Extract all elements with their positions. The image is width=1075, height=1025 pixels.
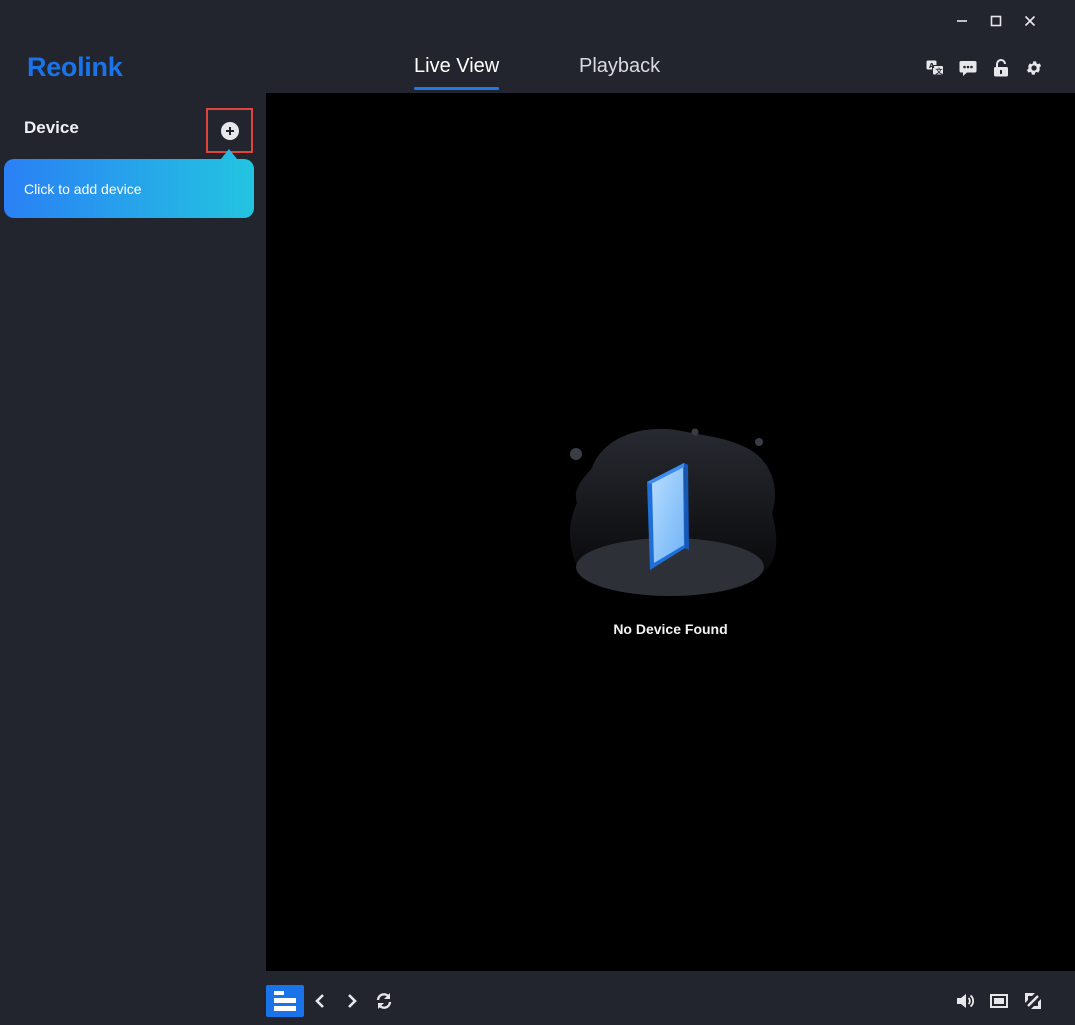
close-icon: [1024, 15, 1036, 27]
tooltip-text: Click to add device: [24, 180, 142, 197]
live-view-area: No Device Found: [266, 93, 1075, 971]
tab-live-view[interactable]: Live View: [414, 55, 500, 90]
no-device-illustration: [570, 428, 777, 596]
tab-playback[interactable]: Playback: [579, 55, 660, 89]
chevron-right-icon: [348, 994, 357, 1008]
fullscreen-icon: [1025, 993, 1041, 1009]
volume-button[interactable]: [949, 985, 981, 1017]
refresh-button[interactable]: [368, 985, 400, 1017]
fullscreen-button[interactable]: [1017, 985, 1049, 1017]
unlock-icon: [994, 59, 1008, 77]
device-sidebar: Device Click to add device: [0, 93, 266, 1025]
bottom-toolbar-right: [949, 985, 1049, 1017]
settings-button[interactable]: [1025, 58, 1043, 78]
maximize-button[interactable]: [979, 10, 1013, 32]
message-button[interactable]: [959, 58, 977, 78]
language-icon: A 文: [926, 60, 944, 76]
window-controls: [945, 10, 1047, 32]
minimize-icon: [957, 20, 967, 22]
tooltip-arrow: [221, 149, 237, 159]
svg-text:文: 文: [936, 67, 944, 76]
message-icon: [959, 60, 977, 76]
add-device-button[interactable]: [206, 108, 253, 153]
layout-icon: [274, 991, 296, 1011]
empty-message: No Device Found: [613, 621, 728, 637]
bottom-toolbar-left: [266, 985, 400, 1017]
sidebar-title: Device: [24, 118, 79, 137]
next-page-button[interactable]: [336, 985, 368, 1017]
aspect-ratio-button[interactable]: [983, 985, 1015, 1017]
maximize-icon: [990, 15, 1002, 27]
plus-circle-icon: [220, 121, 239, 140]
speaker-icon: [957, 994, 974, 1008]
language-button[interactable]: A 文: [926, 58, 944, 78]
previous-page-button[interactable]: [304, 985, 336, 1017]
header-toolbar: A 文: [926, 58, 1043, 78]
unlock-button[interactable]: [992, 58, 1010, 78]
bottom-toolbar: [266, 971, 1075, 1025]
add-device-tooltip[interactable]: Click to add device: [4, 159, 254, 218]
aspect-ratio-icon: [990, 994, 1008, 1008]
chevron-left-icon: [315, 994, 324, 1008]
minimize-button[interactable]: [945, 10, 979, 32]
refresh-icon: [376, 993, 392, 1009]
gear-icon: [1026, 61, 1042, 75]
main-tabs: Live View Playback: [0, 55, 1075, 91]
svg-text:A: A: [929, 62, 935, 70]
close-button[interactable]: [1013, 10, 1047, 32]
layout-button[interactable]: [266, 985, 304, 1017]
